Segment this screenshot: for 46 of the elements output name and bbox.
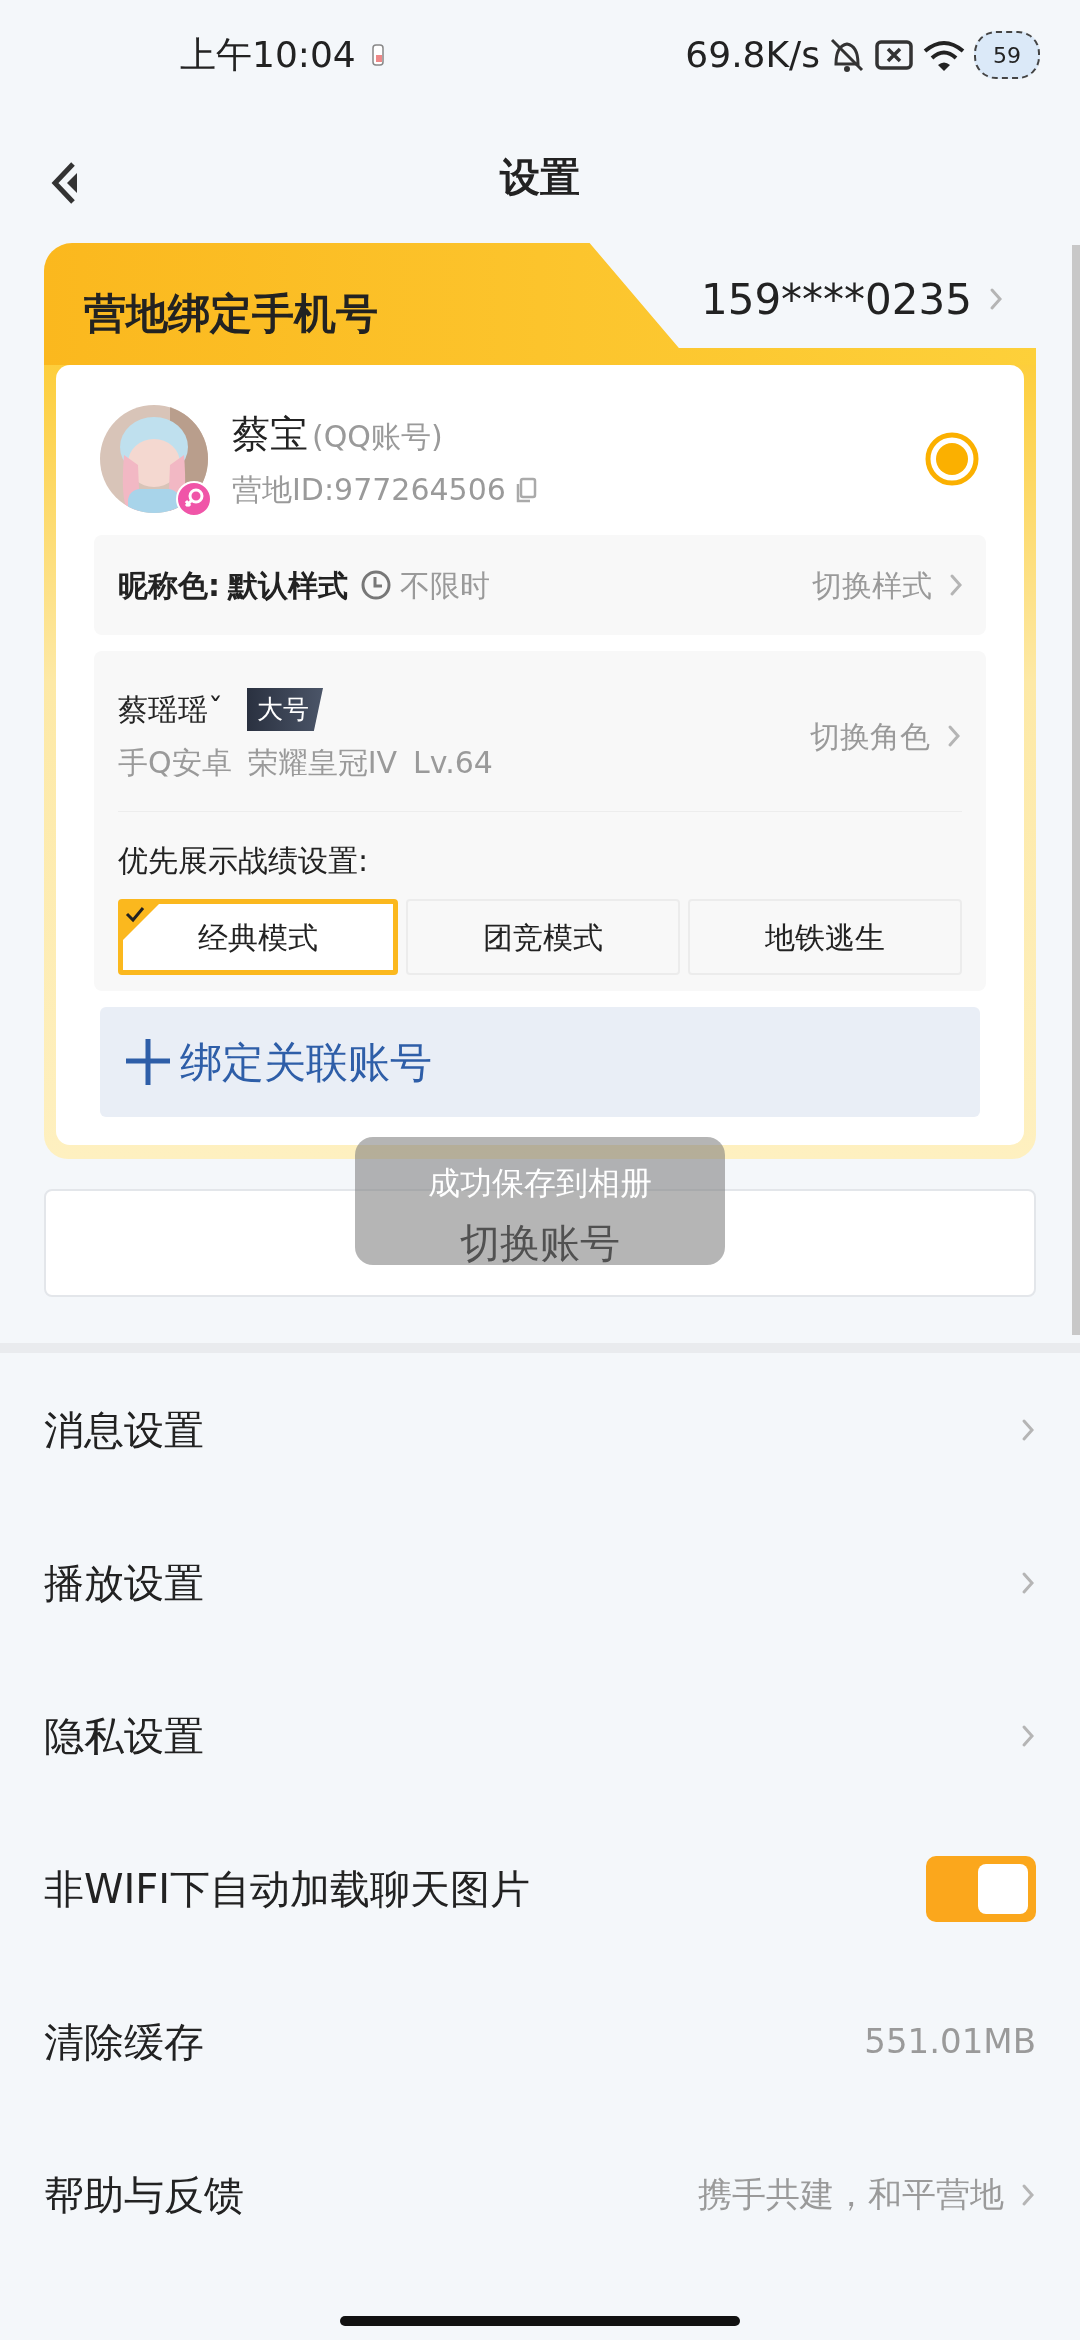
status-time: 上午10:04 (180, 33, 356, 77)
network-speed: 69.8K/s (685, 33, 820, 77)
account-type: (QQ账号) (312, 418, 443, 456)
nickname-color-value: 默认样式 (228, 566, 348, 605)
role-info-text: 荣耀皇冠IV (247, 744, 397, 782)
duration-text: 不限时 (400, 566, 490, 605)
bind-account-button[interactable]: 绑定关联账号 (100, 1007, 980, 1117)
battery-level: 59 (993, 41, 1021, 70)
notification-icon (369, 43, 386, 67)
chevron-right-icon (946, 724, 962, 748)
user-name: 蔡宝 (232, 411, 308, 458)
chevron-right-icon (1020, 2182, 1036, 2207)
chevron-right-icon (1020, 1417, 1036, 1442)
settings-row[interactable]: 帮助与反馈 携手共建，和平营地 (0, 2118, 1080, 2271)
setting-value: 551.01MB (864, 2020, 1036, 2063)
clock-icon (360, 569, 392, 601)
modes-label: 优先展示战绩设置: (118, 842, 370, 880)
settings-row[interactable]: 清除缓存 551.01MB (0, 1965, 1080, 2118)
nickname-color-label: 昵称色: (118, 566, 220, 605)
toggle-switch[interactable] (926, 1855, 1036, 1922)
settings-row[interactable]: 播放设置 (0, 1506, 1080, 1659)
card-title: 营地绑定手机号 (84, 287, 378, 340)
page-title: 设置 (500, 152, 580, 202)
role-info-text: 手Q安卓 (118, 744, 232, 782)
setting-value: 携手共建，和平营地 (698, 2173, 1004, 2216)
bell-slash-icon (828, 36, 866, 74)
radio-button[interactable] (924, 431, 980, 487)
mode-tab[interactable]: 地铁逃生 (688, 899, 962, 975)
role-name: 蔡瑶瑶ˇ (118, 691, 223, 729)
chevron-right-icon (988, 287, 1004, 311)
home-indicator[interactable] (340, 2316, 740, 2326)
chevron-right-icon (948, 573, 964, 597)
check-icon (121, 902, 161, 942)
role-tag: 大号 (247, 688, 323, 731)
camp-id: 营地ID:977264506 (232, 471, 506, 509)
settings-row[interactable]: 隐私设置 (0, 1659, 1080, 1812)
role-info-text: Lv.64 (413, 744, 493, 782)
mode-tab[interactable]: 团竞模式 (406, 899, 680, 975)
plus-icon (124, 1037, 172, 1087)
chevron-right-icon (1020, 1570, 1036, 1595)
settings-row[interactable]: 非WIFI下自动加载聊天图片 (0, 1812, 1080, 1965)
female-badge-icon (176, 481, 212, 517)
mode-tab[interactable]: 经典模式 (118, 899, 398, 975)
settings-row[interactable]: 消息设置 (0, 1353, 1080, 1506)
chevron-right-icon (1020, 1723, 1036, 1748)
phone-number-link[interactable]: 159****0235 (700, 267, 1004, 331)
